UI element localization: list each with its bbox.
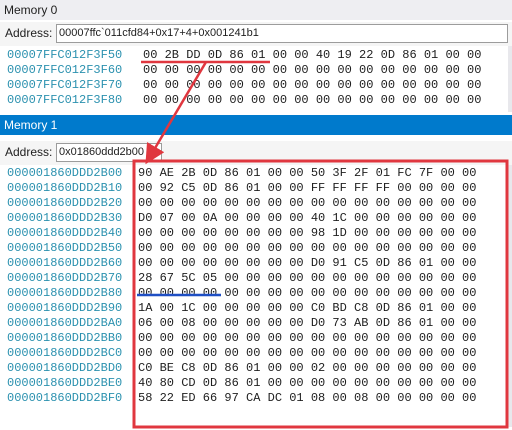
- row-address: 00007FFC012F3F70: [7, 78, 123, 92]
- hex-row[interactable]: 000001860DDD2B10 00 92 C5 0D 86 01 00 00 …: [0, 181, 512, 196]
- memory-0-window: Memory 0 Address: 00007ffc`011cfd84+0x17…: [0, 0, 512, 115]
- memory-1-window: Memory 1 Address: 0x01860ddd2b00 0000018…: [0, 115, 512, 430]
- hex-row[interactable]: 000001860DDD2B70 28 67 5C 05 00 00 00 00 …: [0, 271, 512, 286]
- row-address: 000001860DDD2B80: [7, 286, 123, 300]
- row-bytes[interactable]: 40 80 CD 0D 86 01 00 00 00 00 00 00 00 0…: [138, 376, 476, 391]
- row-address: 000001860DDD2BF0: [7, 391, 123, 405]
- hex-row[interactable]: 00007FFC012F3F70 00 00 00 00 00 00 00 00 …: [0, 78, 512, 93]
- memory-0-address-label: Address:: [5, 26, 53, 40]
- hex-row[interactable]: 000001860DDD2B00 90 AE 2B 0D 86 01 00 00 …: [0, 166, 512, 181]
- row-address: 000001860DDD2B20: [7, 196, 123, 210]
- memory-1-address-label: Address:: [5, 145, 53, 159]
- row-address: 000001860DDD2B70: [7, 271, 123, 285]
- row-bytes[interactable]: 00 00 00 00 00 00 00 00 00 00 00 00 00 0…: [143, 78, 481, 93]
- row-bytes[interactable]: 00 00 00 00 00 00 00 00 00 00 00 00 00 0…: [138, 346, 476, 361]
- row-address: 00007FFC012F3F60: [7, 63, 123, 77]
- hex-row[interactable]: 000001860DDD2B80 00 00 00 00 00 00 00 00 …: [0, 286, 512, 301]
- hex-row[interactable]: 00007FFC012F3F50 00 2B DD 0D 86 01 00 00 …: [0, 48, 512, 63]
- row-address: 000001860DDD2BD0: [7, 361, 123, 375]
- hex-row[interactable]: 000001860DDD2BB0 00 00 00 00 00 00 00 00 …: [0, 331, 512, 346]
- row-address: 000001860DDD2BE0: [7, 376, 123, 390]
- row-bytes[interactable]: 06 00 08 00 00 00 00 00 D0 73 AB 0D 86 0…: [138, 316, 476, 331]
- row-bytes[interactable]: 00 00 00 00 00 00 00 00 00 00 00 00 00 0…: [138, 331, 476, 346]
- memory-1-title[interactable]: Memory 1: [0, 115, 512, 135]
- row-bytes[interactable]: 28 67 5C 05 00 00 00 00 00 00 00 00 00 0…: [138, 271, 476, 286]
- row-bytes[interactable]: D0 07 00 0A 00 00 00 00 40 1C 00 00 00 0…: [138, 211, 476, 226]
- row-address: 00007FFC012F3F50: [7, 48, 123, 62]
- hex-row[interactable]: 000001860DDD2BD0 C0 BE C8 0D 86 01 00 00 …: [0, 361, 512, 376]
- memory-0-scrollbar[interactable]: [508, 46, 512, 112]
- memory-0-address-input[interactable]: 00007ffc`011cfd84+0x17+4+0x001241b1: [56, 24, 508, 43]
- hex-row[interactable]: 000001860DDD2B90 1A 00 1C 00 00 00 00 00 …: [0, 301, 512, 316]
- row-bytes[interactable]: 00 00 00 00 00 00 00 00 00 00 00 00 00 0…: [138, 241, 476, 256]
- hex-row[interactable]: 000001860DDD2BE0 40 80 CD 0D 86 01 00 00 …: [0, 376, 512, 391]
- row-address: 000001860DDD2B00: [7, 166, 123, 180]
- hex-row[interactable]: 000001860DDD2B60 00 00 00 00 00 00 00 00 …: [0, 256, 512, 271]
- hex-row[interactable]: 000001860DDD2B50 00 00 00 00 00 00 00 00 …: [0, 241, 512, 256]
- row-address: 000001860DDD2B90: [7, 301, 123, 315]
- row-address: 000001860DDD2B50: [7, 241, 123, 255]
- row-address: 000001860DDD2B10: [7, 181, 123, 195]
- row-bytes[interactable]: 00 00 00 00 00 00 00 00 00 00 00 00 00 0…: [143, 93, 481, 108]
- row-bytes[interactable]: 90 AE 2B 0D 86 01 00 00 50 3F 2F 01 FC 7…: [138, 166, 476, 181]
- row-address: 000001860DDD2BB0: [7, 331, 123, 345]
- hex-row[interactable]: 000001860DDD2BC0 00 00 00 00 00 00 00 00 …: [0, 346, 512, 361]
- row-bytes[interactable]: 00 00 00 00 00 00 00 00 00 00 00 00 00 0…: [138, 286, 476, 301]
- hex-row[interactable]: 000001860DDD2BF0 58 22 ED 66 97 CA DC 01 …: [0, 391, 512, 406]
- row-bytes[interactable]: 00 92 C5 0D 86 01 00 00 FF FF FF FF 00 0…: [138, 181, 476, 196]
- row-bytes[interactable]: 58 22 ED 66 97 CA DC 01 08 00 08 00 00 0…: [138, 391, 476, 406]
- row-bytes[interactable]: 00 00 00 00 00 00 00 00 00 00 00 00 00 0…: [138, 196, 476, 211]
- memory-1-scrollbar[interactable]: [508, 165, 512, 427]
- hex-row[interactable]: 000001860DDD2BA0 06 00 08 00 00 00 00 00 …: [0, 316, 512, 331]
- memory-1-address-input[interactable]: 0x01860ddd2b00: [56, 143, 162, 162]
- row-address: 000001860DDD2B30: [7, 211, 123, 225]
- row-bytes[interactable]: 1A 00 1C 00 00 00 00 00 C0 BD C8 0D 86 0…: [138, 301, 476, 316]
- row-bytes[interactable]: 00 2B DD 0D 86 01 00 00 40 19 22 0D 86 0…: [143, 48, 481, 63]
- row-bytes[interactable]: 00 00 00 00 00 00 00 00 98 1D 00 00 00 0…: [138, 226, 476, 241]
- hex-row[interactable]: 00007FFC012F3F60 00 00 00 00 00 00 00 00 …: [0, 63, 512, 78]
- row-bytes[interactable]: C0 BE C8 0D 86 01 00 00 02 00 00 00 00 0…: [138, 361, 476, 376]
- row-address: 000001860DDD2B60: [7, 256, 123, 270]
- hex-row[interactable]: 000001860DDD2B20 00 00 00 00 00 00 00 00 …: [0, 196, 512, 211]
- memory-1-address-bar: Address: 0x01860ddd2b00: [0, 141, 512, 165]
- memory-0-title[interactable]: Memory 0: [0, 0, 512, 20]
- row-address: 000001860DDD2BA0: [7, 316, 123, 330]
- hex-row[interactable]: 000001860DDD2B40 00 00 00 00 00 00 00 00 …: [0, 226, 512, 241]
- row-bytes[interactable]: 00 00 00 00 00 00 00 00 D0 91 C5 0D 86 0…: [138, 256, 476, 271]
- row-address: 00007FFC012F3F80: [7, 93, 123, 107]
- hex-row[interactable]: 000001860DDD2B30 D0 07 00 0A 00 00 00 00 …: [0, 211, 512, 226]
- memory-0-address-bar: Address: 00007ffc`011cfd84+0x17+4+0x0012…: [0, 22, 512, 46]
- row-address: 000001860DDD2BC0: [7, 346, 123, 360]
- row-bytes[interactable]: 00 00 00 00 00 00 00 00 00 00 00 00 00 0…: [143, 63, 481, 78]
- hex-row[interactable]: 00007FFC012F3F80 00 00 00 00 00 00 00 00 …: [0, 93, 512, 108]
- row-address: 000001860DDD2B40: [7, 226, 123, 240]
